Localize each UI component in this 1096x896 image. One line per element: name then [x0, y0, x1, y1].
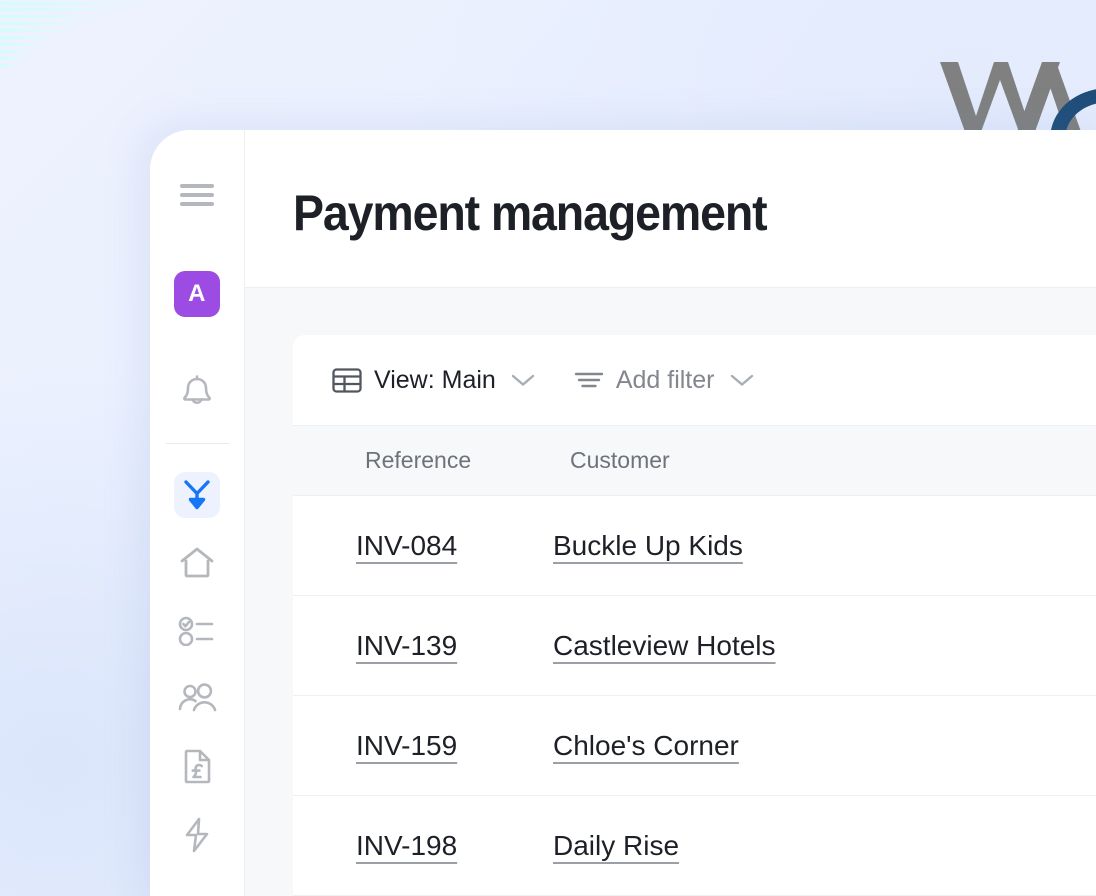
- home-icon[interactable]: [174, 540, 220, 586]
- chevron-down-icon: [510, 372, 536, 388]
- add-filter-label: Add filter: [615, 365, 715, 394]
- cell-reference: INV-084: [293, 530, 553, 562]
- reference-link[interactable]: INV-198: [356, 830, 457, 861]
- customer-link[interactable]: Chloe's Corner: [553, 730, 739, 761]
- main-column: Payment management View: Main Add filter…: [245, 130, 1096, 896]
- cell-reference: INV-198: [293, 830, 553, 862]
- column-header-currency[interactable]: Currency: [913, 447, 1096, 474]
- add-filter-button[interactable]: Add filter: [574, 366, 755, 395]
- page-backdrop: A Payment management View: Main Add filt…: [0, 0, 1096, 896]
- cell-customer: Daily Rise: [553, 830, 913, 862]
- column-header-reference[interactable]: Reference: [293, 447, 553, 474]
- cell-currency: GBP: [913, 830, 1096, 862]
- table-card: View: Main Add filter Reference Customer…: [293, 335, 1096, 896]
- lightning-bolt-icon[interactable]: [174, 812, 220, 858]
- hamburger-menu-icon[interactable]: [174, 172, 220, 218]
- reference-link[interactable]: INV-139: [356, 630, 457, 661]
- table-row[interactable]: INV-159 Chloe's Corner GBP: [293, 696, 1096, 796]
- sidebar-rail: A: [150, 130, 245, 896]
- cell-customer: Buckle Up Kids: [553, 530, 913, 562]
- chevron-down-icon: [729, 372, 755, 388]
- filter-lines-icon: [574, 369, 604, 391]
- reference-link[interactable]: INV-084: [356, 530, 457, 561]
- table-grid-icon: [332, 367, 362, 394]
- table-row[interactable]: INV-139 Castleview Hotels GBP: [293, 596, 1096, 696]
- payments-table: Reference Customer Currency INV-084 Buck…: [293, 425, 1096, 896]
- cell-reference: INV-159: [293, 730, 553, 762]
- people-icon[interactable]: [174, 676, 220, 722]
- cell-currency: GBP: [913, 730, 1096, 762]
- view-selector[interactable]: View: Main: [332, 366, 536, 395]
- checklist-icon[interactable]: [174, 608, 220, 654]
- view-selector-label: View: Main: [374, 365, 496, 394]
- decorative-streaks: [0, 0, 180, 70]
- table-row[interactable]: INV-084 Buckle Up Kids GBP: [293, 496, 1096, 596]
- app-window: A Payment management View: Main Add filt…: [150, 130, 1096, 896]
- cell-currency: GBP: [913, 630, 1096, 662]
- reference-link[interactable]: INV-159: [356, 730, 457, 761]
- content-area: View: Main Add filter Reference Customer…: [245, 288, 1096, 896]
- wa-logo: [940, 62, 1096, 140]
- customer-link[interactable]: Castleview Hotels: [553, 630, 776, 661]
- invoice-pound-icon[interactable]: [174, 744, 220, 790]
- column-header-customer[interactable]: Customer: [553, 447, 913, 474]
- table-toolbar: View: Main Add filter: [293, 335, 1096, 425]
- sidebar-item-payments[interactable]: [174, 472, 220, 518]
- table-row[interactable]: INV-198 Daily Rise GBP: [293, 796, 1096, 896]
- avatar-initial: A: [188, 280, 206, 307]
- cell-currency: GBP: [913, 530, 1096, 562]
- page-header: Payment management: [245, 130, 1096, 288]
- cell-reference: INV-139: [293, 630, 553, 662]
- cell-customer: Chloe's Corner: [553, 730, 913, 762]
- cell-customer: Castleview Hotels: [553, 630, 913, 662]
- avatar[interactable]: A: [174, 271, 220, 317]
- sidebar-divider: [165, 443, 229, 444]
- bell-icon[interactable]: [174, 370, 220, 416]
- customer-link[interactable]: Buckle Up Kids: [553, 530, 743, 561]
- customer-link[interactable]: Daily Rise: [553, 830, 679, 861]
- table-header-row: Reference Customer Currency: [293, 425, 1096, 496]
- page-title: Payment management: [293, 185, 768, 241]
